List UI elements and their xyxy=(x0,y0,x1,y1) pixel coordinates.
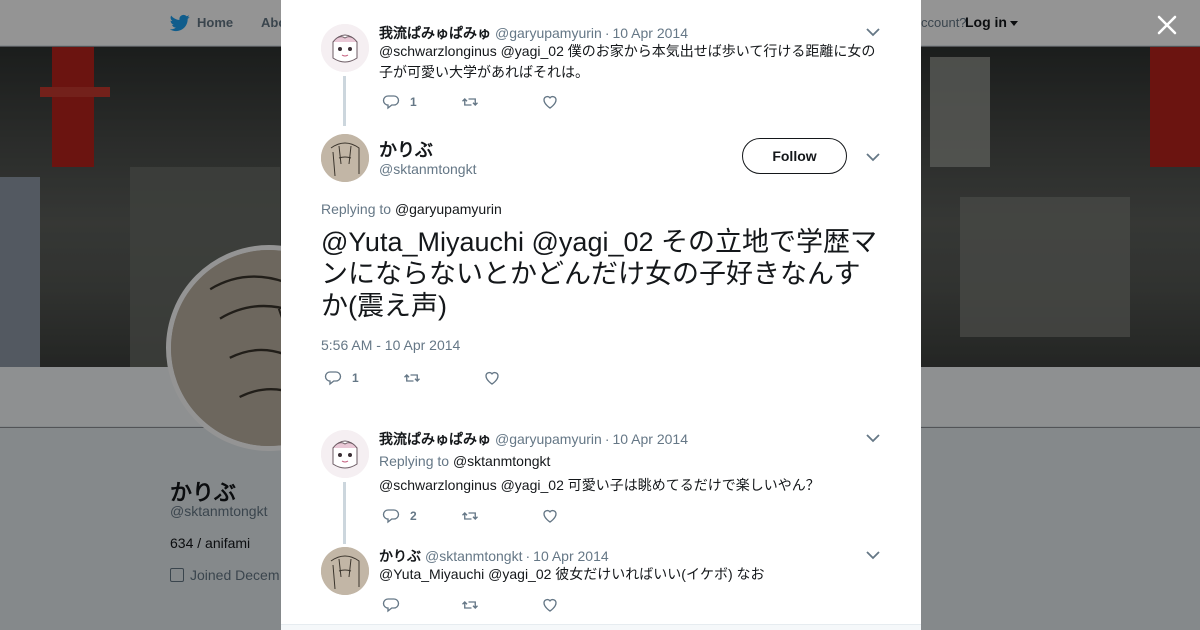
tweet-author-handle[interactable]: @sktanmtongkt xyxy=(379,161,476,177)
tweet-author-name[interactable]: かりぶ xyxy=(379,136,433,162)
retweet-icon xyxy=(462,601,478,609)
separator-dot: · xyxy=(604,25,610,41)
avatar-drawing xyxy=(321,430,369,478)
retweet-icon xyxy=(462,98,478,106)
heart-icon xyxy=(543,598,557,612)
tweet-avatar[interactable] xyxy=(321,547,369,595)
modal-footer-strip xyxy=(281,624,921,630)
reply-icon xyxy=(382,95,400,110)
like-action[interactable] xyxy=(483,369,501,387)
avatar-drawing xyxy=(321,547,369,595)
tweet-avatar[interactable] xyxy=(321,134,369,182)
tweet-avatar[interactable] xyxy=(321,24,369,72)
replying-to-handle[interactable]: @garyupamyurin xyxy=(395,201,502,217)
thread-line xyxy=(343,76,346,126)
avatar-drawing xyxy=(321,134,369,182)
tweet-author-name[interactable]: かりぶ xyxy=(379,548,421,564)
retweet-action[interactable] xyxy=(461,507,479,525)
tweet-author-handle[interactable]: @garyupamyurin xyxy=(495,431,602,447)
tweet-timestamp[interactable]: 5:56 AM - 10 Apr 2014 xyxy=(321,337,460,353)
reply-icon xyxy=(382,598,400,613)
close-icon[interactable] xyxy=(1152,10,1182,40)
separator-dot: · xyxy=(525,548,531,564)
tweet-text: @schwarzlonginus @yagi_02 可愛い子は眺めてるだけで楽し… xyxy=(379,477,820,493)
avatar-drawing xyxy=(321,24,369,72)
like-action[interactable] xyxy=(541,596,559,614)
reply-count: 1 xyxy=(410,95,417,109)
retweet-action[interactable] xyxy=(461,93,479,111)
replying-to: Replying to @sktanmtongkt xyxy=(379,453,550,469)
tweet-author-name[interactable]: 我流ぱみゅぱみゅ xyxy=(379,431,491,447)
chevron-down-icon[interactable] xyxy=(866,152,880,162)
reply-action[interactable] xyxy=(382,596,400,614)
tweet-text: @Yuta_Miyauchi @yagi_02 彼女だけいればいい(イケボ) な… xyxy=(379,566,765,582)
tweet-date[interactable]: 10 Apr 2014 xyxy=(533,548,609,564)
reply-icon xyxy=(382,509,400,524)
tweet-author-name[interactable]: 我流ぱみゅぱみゅ xyxy=(379,25,491,41)
tweet-header: かりぶ @sktanmtongkt · 10 Apr 2014 xyxy=(379,546,609,566)
chevron-down-icon[interactable] xyxy=(866,550,880,560)
reply-action[interactable]: 1 xyxy=(324,369,359,387)
tweet-actions: 1 xyxy=(382,93,582,111)
like-action[interactable] xyxy=(541,507,559,525)
retweet-icon xyxy=(462,512,478,520)
tweet-permalink-modal: 我流ぱみゅぱみゅ @garyupamyurin · 10 Apr 2014 @schw… xyxy=(281,0,921,630)
tweet-actions: 1 xyxy=(324,369,524,387)
tweet-author-handle[interactable]: @sktanmtongkt xyxy=(425,548,522,564)
tweet-date[interactable]: 10 Apr 2014 xyxy=(612,25,688,41)
tweet-actions xyxy=(382,596,582,614)
reply-count: 2 xyxy=(410,509,417,523)
replying-to-label: Replying to xyxy=(379,453,450,469)
tweet-text: @Yuta_Miyauchi @yagi_02 その立地で学歴マンにならないとか… xyxy=(321,227,878,321)
follow-button[interactable]: Follow xyxy=(742,138,847,174)
tweet-author-handle[interactable]: @garyupamyurin xyxy=(495,25,602,41)
tweet-actions: 2 xyxy=(382,507,582,525)
replying-to: Replying to @garyupamyurin xyxy=(321,201,502,217)
reply-count: 1 xyxy=(352,371,359,385)
chevron-down-icon[interactable] xyxy=(866,433,880,443)
retweet-icon xyxy=(404,374,420,382)
heart-icon xyxy=(543,95,557,109)
tweet-avatar[interactable] xyxy=(321,430,369,478)
heart-icon xyxy=(543,509,557,523)
replying-to-label: Replying to xyxy=(321,201,392,217)
retweet-action[interactable] xyxy=(461,596,479,614)
like-action[interactable] xyxy=(541,93,559,111)
reply-action[interactable]: 2 xyxy=(382,507,417,525)
tweet-text: @schwarzlonginus @yagi_02 僕のお家から本気出せば歩いて… xyxy=(379,43,876,80)
replying-to-handle[interactable]: @sktanmtongkt xyxy=(453,453,550,469)
heart-icon xyxy=(485,371,499,385)
reply-action[interactable]: 1 xyxy=(382,93,417,111)
tweet-header: 我流ぱみゅぱみゅ @garyupamyurin · 10 Apr 2014 xyxy=(379,23,688,43)
tweet-date[interactable]: 10 Apr 2014 xyxy=(612,431,688,447)
thread-line xyxy=(343,482,346,544)
reply-icon xyxy=(324,371,342,386)
retweet-action[interactable] xyxy=(403,369,421,387)
separator-dot: · xyxy=(604,431,610,447)
chevron-down-icon[interactable] xyxy=(866,27,880,37)
tweet-header: 我流ぱみゅぱみゅ @garyupamyurin · 10 Apr 2014 xyxy=(379,429,688,449)
